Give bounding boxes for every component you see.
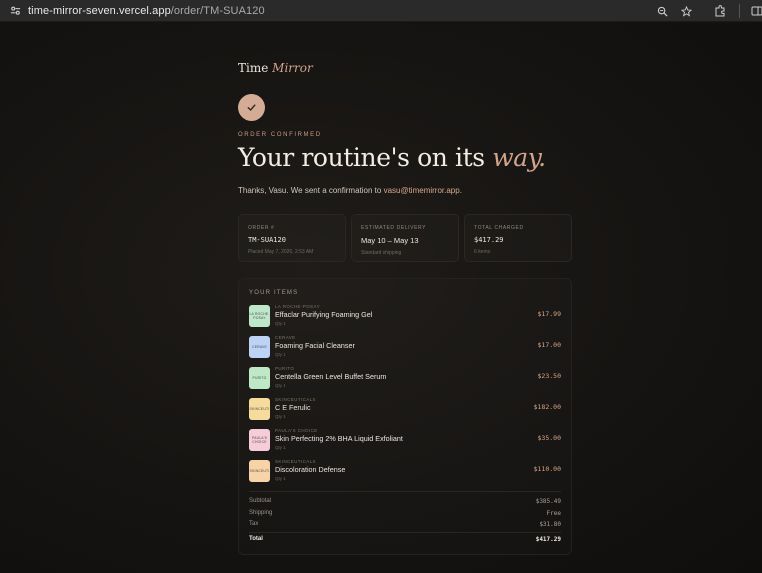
summary-divider xyxy=(249,532,561,533)
site-settings-icon[interactable] xyxy=(8,4,22,18)
total-charged-card: TOTAL CHARGED $417.29 6 items xyxy=(464,214,572,262)
product-name: Effaclar Purifying Foaming Gel xyxy=(275,310,373,319)
summary-value: $31.80 xyxy=(539,521,561,528)
summary-value: $385.49 xyxy=(535,498,561,505)
shipping-row: Shipping Free xyxy=(249,510,561,520)
product-name: Discoloration Defense xyxy=(275,465,346,474)
brand-logo[interactable]: Time Mirror xyxy=(238,61,313,75)
product-qty: Qty 1 xyxy=(275,321,286,326)
product-brand: PAULA'S CHOICE xyxy=(275,428,318,433)
browser-toolbar: time-mirror-seven.vercel.app/order/TM-SU… xyxy=(0,0,762,22)
list-item: LA ROCHE-POSAY LA ROCHE-POSAY Effaclar P… xyxy=(249,304,561,328)
order-confirmation-page: Time Mirror ORDER CONFIRMED Your routine… xyxy=(0,23,762,573)
card-label: ESTIMATED DELIVERY xyxy=(361,225,427,231)
sidebar-icon[interactable] xyxy=(750,4,762,18)
delivery-window: May 10 – May 13 xyxy=(361,236,419,245)
product-thumbnail: SKINCEUTI xyxy=(249,460,270,482)
list-item: PURITO PURITO Centella Green Level Buffe… xyxy=(249,366,561,390)
brand-word-2: Mirror xyxy=(272,61,313,75)
product-thumbnail: PURITO xyxy=(249,367,270,389)
product-price: $17.00 xyxy=(537,341,561,349)
title-accent: way. xyxy=(492,143,546,172)
toolbar-divider xyxy=(739,4,740,18)
product-price: $110.00 xyxy=(533,465,561,473)
total-row: Total $417.29 xyxy=(249,536,561,546)
page-title: Your routine's on its way. xyxy=(238,143,546,172)
list-item: SKINCEUTI SKINCEUTICALS C E Ferulic Qty … xyxy=(249,397,561,421)
tax-row: Tax $31.80 xyxy=(249,521,561,531)
product-name: Centella Green Level Buffet Serum xyxy=(275,372,387,381)
product-name: Foaming Facial Cleanser xyxy=(275,341,355,350)
product-name: Skin Perfecting 2% BHA Liquid Exfoliant xyxy=(275,434,403,443)
total-value: $417.29 xyxy=(535,536,561,543)
product-brand: LA ROCHE-POSAY xyxy=(275,304,321,309)
thanks-end: . xyxy=(459,186,462,195)
product-brand: SKINCEUTICALS xyxy=(275,459,316,464)
product-price: $35.00 xyxy=(537,434,561,442)
product-price: $182.00 xyxy=(533,403,561,411)
address-bar[interactable]: time-mirror-seven.vercel.app/order/TM-SU… xyxy=(28,5,265,17)
product-qty: Qty 1 xyxy=(275,476,286,481)
star-icon[interactable] xyxy=(679,4,693,18)
subtotal-row: Subtotal $385.49 xyxy=(249,498,561,508)
product-thumbnail: SKINCEUTI xyxy=(249,398,270,420)
product-qty: Qty 1 xyxy=(275,352,286,357)
total-label: Total xyxy=(249,536,263,542)
confirmation-message: Thanks, Vasu. We sent a confirmation to … xyxy=(238,186,462,195)
product-brand: SKINCEUTICALS xyxy=(275,397,316,402)
product-qty: Qty 1 xyxy=(275,414,286,419)
product-qty: Qty 1 xyxy=(275,383,286,388)
url-host: time-mirror-seven.vercel.app xyxy=(28,4,171,17)
brand-word-1: Time xyxy=(238,61,269,75)
zoom-icon[interactable] xyxy=(655,4,669,18)
check-icon xyxy=(238,94,265,121)
product-thumbnail: PAULA'S CHOICE xyxy=(249,429,270,451)
item-count: 6 items xyxy=(474,249,491,255)
order-status-label: ORDER CONFIRMED xyxy=(238,132,322,138)
list-item: PAULA'S CHOICE PAULA'S CHOICE Skin Perfe… xyxy=(249,428,561,452)
product-brand: PURITO xyxy=(275,366,295,371)
product-price: $17.99 xyxy=(537,310,561,318)
total-charged: $417.29 xyxy=(474,236,504,244)
product-name: C E Ferulic xyxy=(275,403,311,412)
url-path: /order/TM-SUA120 xyxy=(170,4,265,17)
product-brand: CERAVE xyxy=(275,335,296,340)
title-main: Your routine's on its xyxy=(238,143,493,172)
order-summary-cards: ORDER # TM-SUA120 Placed May 7, 2026, 2:… xyxy=(238,214,572,262)
email-link[interactable]: vasu@timemirror.app xyxy=(384,186,460,195)
order-number-card: ORDER # TM-SUA120 Placed May 7, 2026, 2:… xyxy=(238,214,346,262)
summary-label: Subtotal xyxy=(249,498,272,504)
list-item: SKINCEUTI SKINCEUTICALS Discoloration De… xyxy=(249,459,561,483)
card-label: TOTAL CHARGED xyxy=(474,225,524,231)
product-thumbnail: LA ROCHE-POSAY xyxy=(249,305,270,327)
extensions-icon[interactable] xyxy=(713,4,727,18)
product-price: $23.50 xyxy=(537,372,561,380)
summary-label: Tax xyxy=(249,521,259,527)
order-number: TM-SUA120 xyxy=(248,236,286,244)
items-panel: YOUR ITEMS LA ROCHE-POSAY LA ROCHE-POSAY… xyxy=(238,278,572,555)
items-divider xyxy=(249,491,561,492)
list-item: CERAVE CERAVE Foaming Facial Cleanser Qt… xyxy=(249,335,561,359)
delivery-card: ESTIMATED DELIVERY May 10 – May 13 Stand… xyxy=(351,214,459,262)
summary-label: Shipping xyxy=(249,510,273,516)
shipping-method: Standard shipping xyxy=(361,250,402,256)
thanks-text: Thanks, Vasu. We sent a confirmation to xyxy=(238,186,384,195)
card-label: ORDER # xyxy=(248,225,275,231)
product-thumbnail: CERAVE xyxy=(249,336,270,358)
product-qty: Qty 1 xyxy=(275,445,286,450)
summary-value: Free xyxy=(546,510,561,517)
items-heading: YOUR ITEMS xyxy=(249,290,299,296)
placed-date: Placed May 7, 2026, 2:53 AM xyxy=(248,249,314,255)
